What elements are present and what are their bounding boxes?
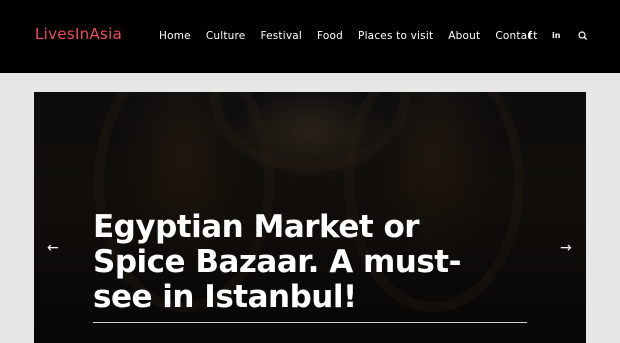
nav-item-places-to-visit[interactable]: Places to visit — [358, 30, 433, 42]
title-underline — [93, 322, 527, 323]
nav-item-culture[interactable]: Culture — [206, 30, 246, 42]
search-icon[interactable] — [578, 30, 588, 42]
nav-item-about[interactable]: About — [448, 30, 480, 42]
nav-item-festival[interactable]: Festival — [260, 30, 302, 42]
hero-slider: Egyptian Market or Spice Bazaar. A must-… — [34, 92, 586, 343]
site-header: LivesInAsia Home Culture Festival Food P… — [0, 0, 620, 73]
linkedin-icon[interactable]: in — [552, 30, 560, 42]
slide-title[interactable]: Egyptian Market or Spice Bazaar. A must-… — [93, 210, 483, 315]
main-nav: Home Culture Festival Food Places to vis… — [159, 30, 538, 42]
nav-item-home[interactable]: Home — [159, 30, 191, 42]
facebook-icon[interactable]: f — [528, 30, 532, 42]
arrow-left-icon[interactable]: ← — [47, 240, 59, 256]
arrow-right-icon[interactable]: → — [560, 240, 572, 256]
site-logo[interactable]: LivesInAsia — [35, 25, 122, 43]
nav-item-food[interactable]: Food — [317, 30, 343, 42]
